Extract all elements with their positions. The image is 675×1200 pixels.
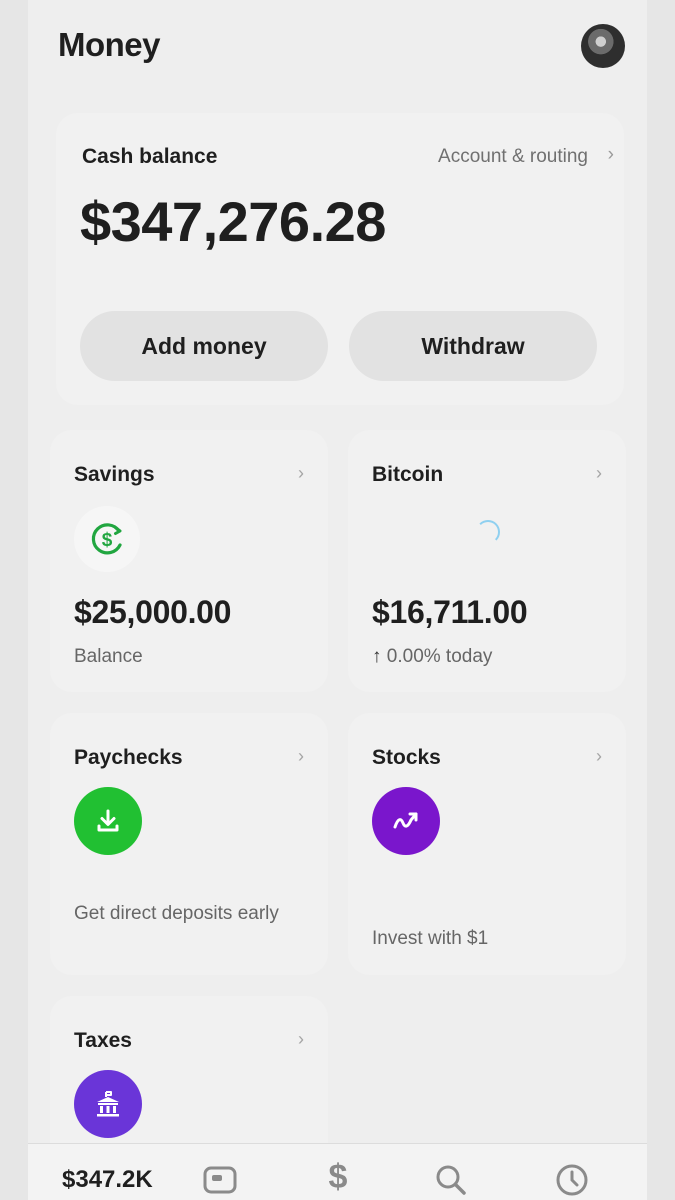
paychecks-description: Get direct deposits early [74,903,279,924]
cash-balance-card: Cash balance Account & routing › $347,27… [56,113,624,405]
page-title: Money [58,26,161,63]
stocks-tile[interactable]: Stocks › Invest with $1 [348,713,626,975]
chevron-right-icon: › [596,463,602,483]
search-icon[interactable] [433,1162,469,1198]
cash-balance-amount: $347,276.28 [80,190,386,253]
download-icon [74,787,142,855]
chevron-right-icon: › [298,463,304,483]
bottom-tab-bar: $347.2K $ [28,1143,647,1200]
taxes-title: Taxes [74,1029,132,1052]
add-money-button[interactable]: Add money [80,311,328,381]
bitcoin-title: Bitcoin [372,463,444,486]
savings-tile[interactable]: Savings › $ $25,000.00 Balance [50,430,328,692]
savings-title: Savings [74,463,155,486]
chevron-right-icon: › [596,746,602,766]
bitcoin-change-text: 0.00% today [386,646,493,667]
svg-text:$: $ [102,530,113,551]
account-routing-link[interactable]: Account & routing [438,146,588,168]
bitcoin-amount: $16,711.00 [372,594,528,630]
government-building-icon [74,1070,142,1138]
cash-balance-label: Cash balance [82,145,218,168]
stocks-description: Invest with $1 [372,928,489,949]
paychecks-tile[interactable]: Paychecks › Get direct deposits early [50,713,328,975]
money-screen: Money Cash balance Account & routing › $… [28,0,647,1200]
tab-balance[interactable]: $347.2K [62,1166,153,1194]
paychecks-title: Paychecks [74,746,183,769]
savings-sub-label: Balance [74,646,143,667]
trend-icon [372,787,440,855]
top-bar: Money [28,0,647,100]
chevron-right-icon: › [298,1029,304,1049]
dollar-icon[interactable]: $ [320,1158,356,1196]
card-icon[interactable] [202,1162,238,1198]
chevron-right-icon: › [607,144,614,165]
loading-spinner-icon [476,520,500,544]
savings-amount: $25,000.00 [74,594,232,630]
bitcoin-tile[interactable]: Bitcoin › $16,711.00 ↑ 0.00% today [348,430,626,692]
avatar[interactable] [581,24,625,68]
chevron-right-icon: › [298,746,304,766]
stocks-title: Stocks [372,746,441,769]
dollar-circle-icon: $ [74,506,140,572]
withdraw-button[interactable]: Withdraw [349,311,597,381]
bitcoin-change: ↑ 0.00% today [372,646,492,668]
arrow-up-icon: ↑ [372,646,382,667]
clock-icon[interactable] [554,1162,590,1198]
